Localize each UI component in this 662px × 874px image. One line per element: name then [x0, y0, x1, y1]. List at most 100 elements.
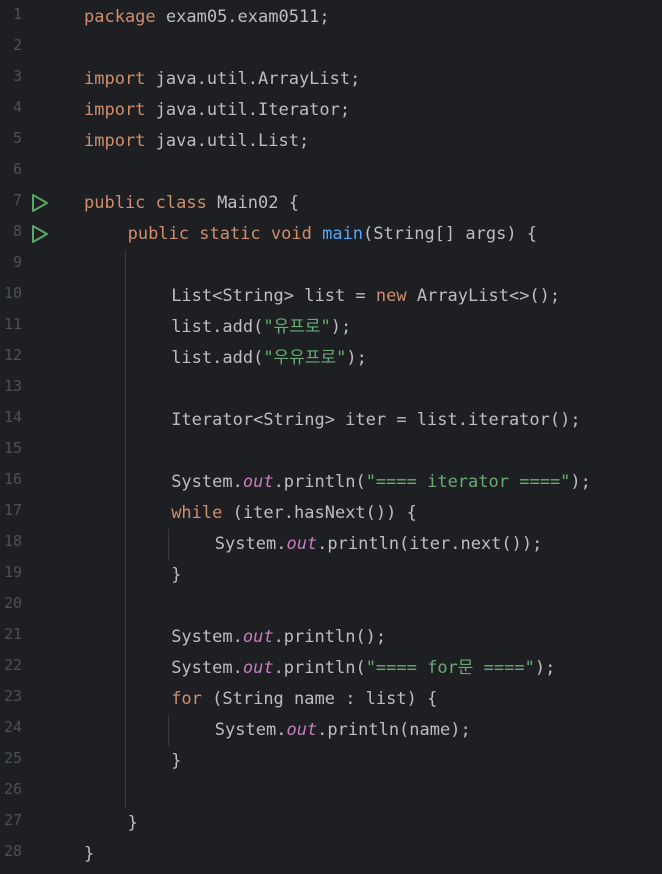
- code-text[interactable]: System.out.println("==== iterator ====")…: [171, 469, 591, 495]
- line-number: 16: [3, 470, 22, 488]
- code-line[interactable]: 9: [0, 250, 662, 281]
- code-token: System.: [214, 720, 287, 740]
- run-gutter-icon[interactable]: [30, 224, 50, 244]
- code-editor[interactable]: 1 package exam05.exam0511; 2 3 import java.u…: [0, 0, 662, 874]
- code-token: list.add(: [171, 317, 264, 337]
- code-text[interactable]: import java.util.ArrayList;: [84, 66, 360, 92]
- code-text[interactable]: package exam05.exam0511;: [84, 4, 330, 30]
- code-line[interactable]: 25}: [0, 746, 662, 777]
- code-text[interactable]: }: [171, 748, 181, 774]
- code-line[interactable]: 18 System.out.println(iter.next());: [0, 529, 662, 560]
- code-token: .println(iter.next());: [317, 534, 543, 554]
- code-line[interactable]: 19}: [0, 560, 662, 591]
- code-line[interactable]: 28}: [0, 839, 662, 870]
- code-token: }: [171, 751, 182, 771]
- line-number: 12: [3, 346, 22, 364]
- code-token: list.add(: [171, 348, 264, 368]
- code-token: ArrayList<>();: [406, 286, 561, 306]
- line-number: 23: [3, 687, 22, 705]
- line-number: 5: [12, 129, 22, 147]
- code-line[interactable]: 12 list.add("우유프로");: [0, 343, 662, 374]
- code-text[interactable]: System.out.println();: [171, 624, 386, 650]
- code-line[interactable]: 6: [0, 157, 662, 188]
- code-line[interactable]: 17 while (iter.hasNext()) {: [0, 498, 662, 529]
- code-text[interactable]: Iterator<String> iter = list.iterator();: [171, 407, 580, 433]
- line-number: 15: [3, 439, 22, 457]
- string-literal-token: "==== for문 ====": [365, 658, 535, 678]
- code-line[interactable]: 7 public class Main02 {: [0, 188, 662, 219]
- line-number: 25: [3, 749, 22, 767]
- code-text[interactable]: }: [84, 841, 94, 867]
- line-number: 22: [3, 656, 22, 674]
- code-line[interactable]: 5 import java.util.List;: [0, 126, 662, 157]
- code-text[interactable]: while (iter.hasNext()) {: [171, 500, 417, 526]
- code-line[interactable]: 23 for (String name : list) {: [0, 684, 662, 715]
- line-number: 3: [12, 67, 22, 85]
- keyword-token: import: [84, 69, 146, 89]
- line-number: 28: [3, 842, 22, 860]
- code-line[interactable]: 22 System.out.println("==== for문 ====");: [0, 653, 662, 684]
- string-literal-token: "==== iterator ====": [365, 472, 571, 492]
- line-number: 2: [12, 36, 22, 54]
- line-number: 19: [3, 563, 22, 581]
- code-line[interactable]: 16 System.out.println("==== iterator ====…: [0, 467, 662, 498]
- code-line[interactable]: 8 public static void main(String[] args) …: [0, 219, 662, 250]
- code-text[interactable]: public class Main02 {: [84, 190, 299, 216]
- line-number: 14: [3, 408, 22, 426]
- code-text[interactable]: import java.util.Iterator;: [84, 97, 350, 123]
- code-line[interactable]: 10 List<String> list = new ArrayList<>();: [0, 281, 662, 312]
- code-text[interactable]: list.add("유프로");: [171, 314, 351, 340]
- code-text[interactable]: }: [128, 810, 138, 836]
- code-text[interactable]: for (String name : list) {: [171, 686, 437, 712]
- code-token: .println(: [273, 658, 366, 678]
- code-line[interactable]: 1 package exam05.exam0511;: [0, 2, 662, 33]
- code-text[interactable]: list.add("우유프로");: [171, 345, 367, 371]
- code-line[interactable]: 14 Iterator<String> iter = list.iterator(…: [0, 405, 662, 436]
- code-token: }: [127, 813, 138, 833]
- string-literal-token: "우유프로": [263, 348, 347, 368]
- static-field-token: out: [242, 472, 274, 492]
- code-text[interactable]: System.out.println(name);: [215, 717, 471, 743]
- line-number: 9: [12, 253, 22, 271]
- code-token: System.: [171, 627, 243, 647]
- line-number: 8: [12, 222, 22, 240]
- code-token: System.: [171, 658, 243, 678]
- code-text[interactable]: System.out.println("==== for문 ====");: [171, 655, 555, 681]
- code-token: );: [570, 472, 591, 492]
- keyword-token: import: [84, 100, 146, 120]
- code-token: .println(: [273, 472, 366, 492]
- code-line[interactable]: 27}: [0, 808, 662, 839]
- run-gutter-icon[interactable]: [30, 193, 50, 213]
- code-line[interactable]: 21 System.out.println();: [0, 622, 662, 653]
- line-number: 21: [3, 625, 22, 643]
- code-text[interactable]: import java.util.List;: [84, 128, 309, 154]
- code-token: .println();: [273, 627, 387, 647]
- code-line[interactable]: 24 System.out.println(name);: [0, 715, 662, 746]
- code-line[interactable]: 2: [0, 33, 662, 64]
- code-token: java.util.List;: [145, 131, 310, 151]
- code-line[interactable]: 11 list.add("유프로");: [0, 312, 662, 343]
- code-line[interactable]: 15: [0, 436, 662, 467]
- code-text[interactable]: public static void main(String[] args) {: [128, 221, 537, 247]
- code-token: java.util.ArrayList;: [145, 69, 361, 89]
- code-line[interactable]: 3 import java.util.ArrayList;: [0, 64, 662, 95]
- code-text[interactable]: System.out.println(iter.next());: [215, 531, 543, 557]
- static-field-token: out: [286, 720, 318, 740]
- code-text[interactable]: List<String> list = new ArrayList<>();: [171, 283, 560, 309]
- line-number: 7: [12, 191, 22, 209]
- static-field-token: out: [242, 627, 274, 647]
- line-number: 26: [3, 780, 22, 798]
- code-line[interactable]: 13: [0, 374, 662, 405]
- line-number: 11: [3, 315, 22, 333]
- code-line[interactable]: 4 import java.util.Iterator;: [0, 95, 662, 126]
- code-token: (iter.hasNext()) {: [222, 503, 417, 523]
- code-token: Main02 {: [206, 193, 299, 213]
- code-text[interactable]: }: [171, 562, 181, 588]
- line-number: 20: [3, 594, 22, 612]
- code-token: System.: [171, 472, 243, 492]
- code-line[interactable]: 20: [0, 591, 662, 622]
- code-line[interactable]: 26: [0, 777, 662, 808]
- keyword-token: import: [84, 131, 146, 151]
- code-token: (String[] args) {: [363, 224, 538, 244]
